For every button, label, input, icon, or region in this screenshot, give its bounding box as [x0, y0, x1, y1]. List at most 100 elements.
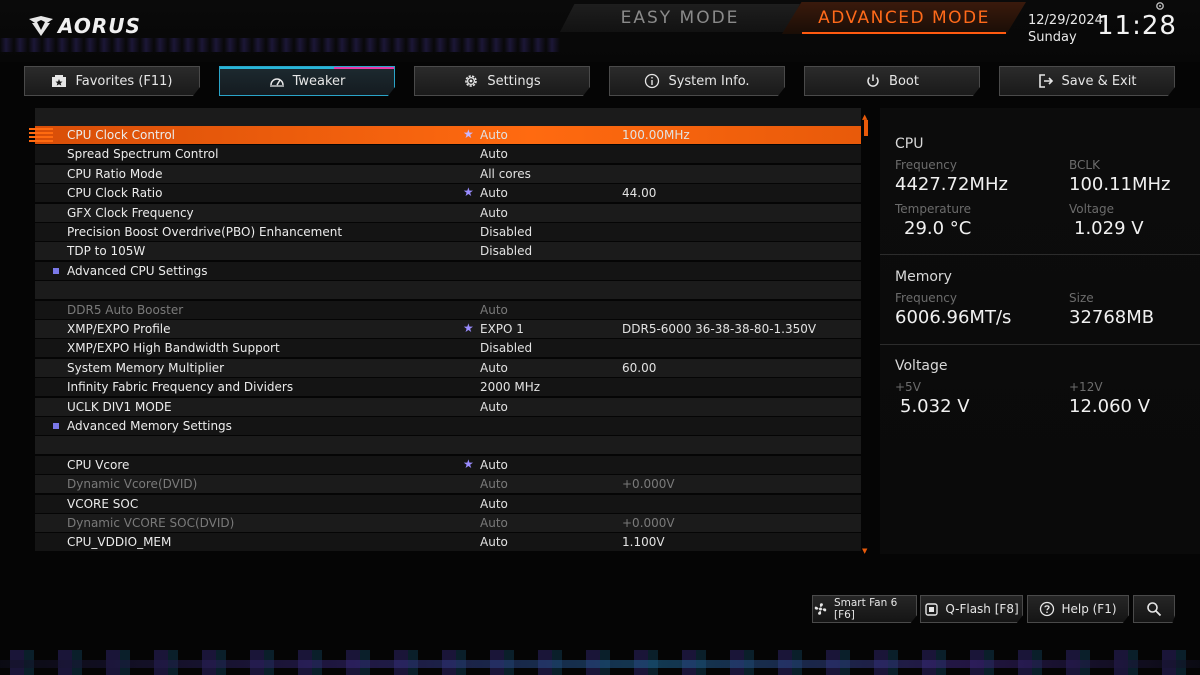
- help-icon: [1040, 601, 1055, 617]
- footer-decoration: [0, 660, 1200, 668]
- exit-icon: [1038, 74, 1053, 88]
- cpu-voltage-label: Voltage: [1069, 202, 1115, 216]
- memory-size-value: 32768MB: [1069, 307, 1155, 328]
- favorite-star-icon[interactable]: ★: [463, 319, 474, 337]
- setting-current-value: +0.000V: [622, 516, 675, 530]
- setting-label: VCORE SOC: [67, 496, 139, 511]
- setting-gfx-clock-frequency[interactable]: GFX Clock Frequency Auto: [35, 203, 861, 222]
- scroll-down-icon[interactable]: ▼: [862, 548, 870, 555]
- scrollbar-thumb[interactable]: [864, 120, 868, 136]
- section-divider: [880, 254, 1200, 255]
- help-button[interactable]: Help (F1): [1027, 595, 1129, 623]
- setting-label: Advanced Memory Settings: [67, 419, 232, 433]
- clock-settings-icon[interactable]: [1155, 1, 1165, 11]
- setting-system-memory-multiplier[interactable]: System Memory Multiplier Auto 60.00: [35, 358, 861, 377]
- gear-icon: [465, 75, 478, 87]
- tab-favorites[interactable]: Favorites (F11): [24, 66, 200, 96]
- setting-label: CPU Ratio Mode: [67, 166, 163, 181]
- qflash-chip-icon: [925, 602, 939, 616]
- memory-frequency-value: 6006.96MT/s: [895, 307, 1012, 328]
- power-icon: [867, 74, 879, 87]
- cpu-frequency-value: 4427.72MHz: [895, 174, 1008, 195]
- setting-cpu-clock-control[interactable]: CPU Clock Control ★ Auto 100.00MHz: [29, 125, 861, 144]
- bclk-label: BCLK: [1069, 158, 1100, 172]
- button-label: Help (F1): [1061, 602, 1117, 616]
- date-text: 12/29/2024: [1028, 13, 1103, 28]
- memory-frequency-label: Frequency: [895, 291, 957, 305]
- search-button[interactable]: [1133, 595, 1175, 623]
- main-tabs: Favorites (F11) Tweaker Settings System …: [24, 66, 1176, 98]
- setting-cpu-vddio-mem[interactable]: CPU_VDDIO_MEM Auto 1.100V: [35, 533, 861, 552]
- tab-settings[interactable]: Settings: [414, 66, 590, 96]
- date-display: 12/29/2024 Sunday: [1028, 12, 1103, 46]
- hardware-info-panel: CPU Frequency 4427.72MHz BCLK 100.11MHz …: [880, 108, 1200, 554]
- setting-dynamic-vcore: Dynamic Vcore(DVID) Auto +0.000V: [35, 475, 861, 494]
- setting-uclk-div1-mode[interactable]: UCLK DIV1 MODE Auto: [35, 397, 861, 416]
- setting-label: UCLK DIV1 MODE: [67, 399, 172, 414]
- header-decoration: [0, 38, 560, 52]
- cpu-voltage-value: 1.029 V: [1074, 218, 1144, 239]
- memory-section-title: Memory: [895, 269, 952, 285]
- tab-system-info[interactable]: System Info.: [609, 66, 785, 96]
- setting-value: All cores: [480, 166, 531, 181]
- setting-label: Spread Spectrum Control: [67, 147, 219, 162]
- setting-pbo-enhancement[interactable]: Precision Boost Overdrive(PBO) Enhanceme…: [35, 223, 861, 241]
- submenu-bullet-icon: [53, 423, 59, 429]
- setting-cpu-clock-ratio[interactable]: CPU Clock Ratio ★ Auto 44.00: [35, 183, 861, 203]
- setting-spread-spectrum-control[interactable]: Spread Spectrum Control Auto: [35, 145, 861, 164]
- button-label: Smart Fan 6 [F6]: [833, 597, 898, 621]
- voltage-12v-label: +12V: [1069, 380, 1103, 394]
- settings-scrollbar[interactable]: ▲ ▼: [862, 114, 870, 555]
- setting-current-value: 44.00: [622, 186, 657, 201]
- fan-icon: [814, 603, 827, 615]
- setting-value: Auto: [480, 302, 508, 317]
- setting-label: Infinity Fabric Frequency and Dividers: [67, 380, 294, 395]
- tweaker-settings-list: CPU Clock Control ★ Auto 100.00MHz Sprea…: [29, 108, 861, 554]
- setting-label: TDP to 105W: [67, 244, 146, 259]
- tab-boot[interactable]: Boot: [804, 66, 980, 96]
- setting-label: Advanced CPU Settings: [67, 263, 208, 278]
- setting-label: CPU_VDDIO_MEM: [67, 535, 172, 550]
- setting-label: XMP/EXPO High Bandwidth Support: [67, 341, 280, 356]
- tab-label: Boot: [889, 73, 919, 89]
- setting-cpu-ratio-mode[interactable]: CPU Ratio Mode All cores: [35, 164, 861, 183]
- tab-tweaker[interactable]: Tweaker: [219, 66, 395, 96]
- setting-ddr5-auto-booster: DDR5 Auto Booster Auto: [35, 300, 861, 319]
- qflash-button[interactable]: Q-Flash [F8]: [920, 595, 1023, 623]
- favorite-star-icon[interactable]: ★: [463, 455, 474, 473]
- tab-label: Save & Exit: [1061, 73, 1137, 89]
- easy-mode-button[interactable]: EASY MODE: [560, 4, 800, 32]
- favorite-star-icon[interactable]: ★: [463, 183, 474, 201]
- aorus-eagle-icon: [29, 16, 53, 36]
- setting-current-value: 1.100V: [622, 535, 665, 550]
- info-icon: [645, 73, 660, 89]
- submenu-advanced-cpu-settings[interactable]: Advanced CPU Settings: [35, 261, 861, 280]
- cpu-frequency-label: Frequency: [895, 158, 957, 172]
- brand-name: AORUS: [58, 14, 141, 38]
- advanced-mode-button[interactable]: ADVANCED MODE: [782, 2, 1026, 34]
- setting-tdp-to-105w[interactable]: TDP to 105W Disabled: [35, 242, 861, 261]
- setting-xmp-expo-high-bandwidth[interactable]: XMP/EXPO High Bandwidth Support Disabled: [35, 339, 861, 358]
- setting-label: Precision Boost Overdrive(PBO) Enhanceme…: [67, 225, 343, 239]
- setting-value: Disabled: [480, 341, 533, 356]
- setting-value: Auto: [480, 496, 508, 511]
- setting-vcore-soc[interactable]: VCORE SOC Auto: [35, 494, 861, 513]
- cpu-temperature-label: Temperature: [895, 202, 972, 216]
- favorites-icon: [52, 75, 67, 87]
- submenu-advanced-memory-settings[interactable]: Advanced Memory Settings: [35, 417, 861, 435]
- favorite-star-icon[interactable]: ★: [463, 125, 474, 143]
- setting-label: DDR5 Auto Booster: [67, 302, 184, 317]
- setting-current-value: DDR5-6000 36-38-38-80-1.350V: [622, 322, 817, 336]
- setting-xmp-expo-profile[interactable]: XMP/EXPO Profile ★ EXPO 1 DDR5-6000 36-3…: [35, 320, 861, 338]
- gauge-icon: [269, 78, 284, 87]
- submenu-bullet-icon: [53, 267, 59, 274]
- tab-save-exit[interactable]: Save & Exit: [999, 66, 1175, 96]
- setting-label: Dynamic VCORE SOC(DVID): [67, 516, 235, 530]
- setting-label: System Memory Multiplier: [67, 360, 225, 375]
- setting-infinity-fabric-frequency[interactable]: Infinity Fabric Frequency and Dividers 2…: [35, 378, 861, 397]
- setting-label: CPU Clock Control: [67, 128, 176, 142]
- setting-label: Dynamic Vcore(DVID): [67, 477, 198, 492]
- smart-fan-button[interactable]: Smart Fan 6 [F6]: [812, 595, 917, 623]
- button-label: Q-Flash [F8]: [945, 602, 1019, 616]
- setting-cpu-vcore[interactable]: CPU Vcore ★ Auto: [35, 455, 861, 474]
